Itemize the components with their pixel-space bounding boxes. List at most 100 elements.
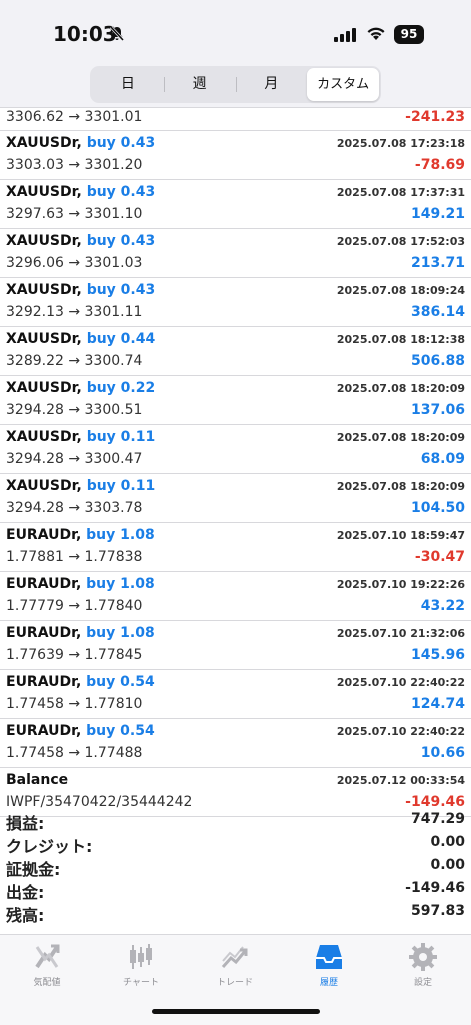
trade-row[interactable]: 3306.62 → 3301.01 -241.23 <box>0 107 471 131</box>
segment-month[interactable]: 月 <box>235 68 308 101</box>
trade-prices: 3294.28 → 3300.51 <box>6 402 143 418</box>
trade-date: 2025.07.08 18:09:24 <box>336 284 465 297</box>
trade-prices: 3296.06 → 3301.03 <box>6 255 143 271</box>
trade-date: 2025.07.10 22:40:22 <box>336 676 465 689</box>
trade-row[interactable]: EURAUDr, buy 1.08 2025.07.10 18:59:47 1.77… <box>0 523 471 572</box>
trade-symbol: EURAUDr, <box>6 723 82 739</box>
summary-value: -149.46 <box>405 880 465 896</box>
summary-margin-row: 証拠金: 0.00 <box>0 855 471 879</box>
tab-label: トレード <box>216 978 253 988</box>
trade-date: 2025.07.08 17:23:18 <box>336 137 465 150</box>
trade-date: 2025.07.08 18:20:09 <box>336 431 465 444</box>
trade-row[interactable]: EURAUDr, buy 1.08 2025.07.10 19:22:26 1.77… <box>0 572 471 621</box>
trade-prices: 3303.03 → 3301.20 <box>6 157 143 173</box>
trade-row[interactable]: EURAUDr, buy 1.08 2025.07.10 21:32:06 1.77… <box>0 621 471 670</box>
trade-profit: 10.66 <box>420 745 465 761</box>
trade-profit: 213.71 <box>410 255 465 271</box>
trade-prices: 1.77458 → 1.77488 <box>6 745 143 761</box>
summary-value: 747.29 <box>410 811 465 827</box>
period-segmented-control: 日 週 月 カスタム <box>90 66 381 103</box>
trade-side: buy 0.54 <box>86 674 155 690</box>
trade-side: buy 0.43 <box>86 135 156 151</box>
summary-balance-row: 残高: 597.83 <box>0 901 471 925</box>
tab-label: 設定 <box>413 978 432 988</box>
tab-trade[interactable]: トレード <box>188 941 282 988</box>
trade-title: XAUUSDr, buy 0.11 <box>6 429 155 445</box>
trade-row[interactable]: XAUUSDr, buy 0.22 2025.07.08 18:20:09 3294… <box>0 376 471 425</box>
trade-date: 2025.07.08 18:12:38 <box>336 333 465 346</box>
trade-row[interactable]: XAUUSDr, buy 0.11 2025.07.08 18:20:09 3294… <box>0 425 471 474</box>
period-header: 日 週 月 カスタム <box>0 62 471 108</box>
trade-profit: 506.88 <box>410 353 465 369</box>
trade-side: buy 1.08 <box>86 625 155 641</box>
summary-credit-row: クレジット: 0.00 <box>0 832 471 856</box>
wifi-icon <box>367 27 385 40</box>
trade-symbol: XAUUSDr, <box>6 429 82 445</box>
trade-icon <box>221 946 248 968</box>
trade-row[interactable]: EURAUDr, buy 0.54 2025.07.10 22:40:22 1.77… <box>0 670 471 719</box>
trade-date: 2025.07.12 00:33:54 <box>336 774 465 787</box>
trade-prices: 3289.22 → 3300.74 <box>6 353 143 369</box>
trade-side: buy 0.22 <box>86 380 156 396</box>
summary-label: 損益: <box>6 814 45 833</box>
chart-icon <box>130 944 152 969</box>
tab-label: 気配値 <box>33 978 61 988</box>
summary-label: クレジット: <box>6 837 93 856</box>
trade-profit: 68.09 <box>420 451 465 467</box>
trade-row[interactable]: XAUUSDr, buy 0.43 2025.07.08 17:52:03 3296… <box>0 229 471 278</box>
bell-muted-icon <box>110 26 124 41</box>
trade-title: EURAUDr, buy 0.54 <box>6 723 155 739</box>
trade-title: XAUUSDr, buy 0.43 <box>6 184 155 200</box>
trade-profit: -78.69 <box>414 157 465 173</box>
tab-chart[interactable]: チャート <box>94 941 188 988</box>
trade-side: buy 0.44 <box>86 331 156 347</box>
trade-date: 2025.07.10 21:32:06 <box>336 627 465 640</box>
settings-icon <box>409 943 437 971</box>
trade-symbol: XAUUSDr, <box>6 135 82 151</box>
summary-profit-row: 損益: 747.29 <box>0 809 471 833</box>
trade-side: buy 0.43 <box>86 233 156 249</box>
tab-quotes[interactable]: 気配値 <box>0 941 94 988</box>
segment-custom[interactable]: カスタム <box>307 68 379 101</box>
segment-week[interactable]: 週 <box>163 68 236 101</box>
trade-prices: 1.77458 → 1.77810 <box>6 696 143 712</box>
trade-title: XAUUSDr, buy 0.43 <box>6 282 155 298</box>
trade-date: 2025.07.08 17:52:03 <box>336 235 465 248</box>
trade-profit: -241.23 <box>405 109 465 125</box>
trade-row[interactable]: XAUUSDr, buy 0.43 2025.07.08 17:23:18 3303… <box>0 131 471 180</box>
summary-withdrawal-row: 出金: -149.46 <box>0 878 471 902</box>
status-time: 10:03 <box>53 22 117 46</box>
trade-row[interactable]: XAUUSDr, buy 0.44 2025.07.08 18:12:38 3289… <box>0 327 471 376</box>
trade-symbol: XAUUSDr, <box>6 380 82 396</box>
segment-day[interactable]: 日 <box>92 68 164 101</box>
tab-history[interactable]: 履歴 <box>282 941 376 988</box>
account-summary: 損益: 747.29 クレジット: 0.00 証拠金: 0.00 出金: -14… <box>0 809 471 925</box>
trade-symbol: XAUUSDr, <box>6 184 82 200</box>
battery-indicator: 95 <box>394 25 424 44</box>
trade-symbol: EURAUDr, <box>6 674 82 690</box>
trade-symbol: XAUUSDr, <box>6 331 82 347</box>
trade-title: XAUUSDr, buy 0.11 <box>6 478 155 494</box>
trade-prices: IWPF/35470422/35444242 <box>6 794 193 810</box>
trade-symbol: EURAUDr, <box>6 625 82 641</box>
trade-profit: -149.46 <box>405 794 465 810</box>
status-bar: 10:03 95 <box>0 0 471 62</box>
trade-profit: 149.21 <box>410 206 465 222</box>
trade-row[interactable]: XAUUSDr, buy 0.43 2025.07.08 17:37:31 3297… <box>0 180 471 229</box>
tab-settings[interactable]: 設定 <box>376 941 470 988</box>
cellular-signal-icon <box>334 28 356 42</box>
trade-date: 2025.07.10 19:22:26 <box>336 578 465 591</box>
trade-row[interactable]: EURAUDr, buy 0.54 2025.07.10 22:40:22 1.77… <box>0 719 471 768</box>
history-icon <box>316 945 342 969</box>
trade-symbol: XAUUSDr, <box>6 233 82 249</box>
trade-title: XAUUSDr, buy 0.22 <box>6 380 155 396</box>
trade-row[interactable]: XAUUSDr, buy 0.43 2025.07.08 18:09:24 3292… <box>0 278 471 327</box>
trade-symbol: XAUUSDr, <box>6 282 82 298</box>
trade-side: buy 1.08 <box>86 576 155 592</box>
trade-prices: 1.77779 → 1.77840 <box>6 598 143 614</box>
trade-date: 2025.07.08 17:37:31 <box>336 186 465 199</box>
trade-row[interactable]: XAUUSDr, buy 0.11 2025.07.08 18:20:09 3294… <box>0 474 471 523</box>
trade-prices: 1.77639 → 1.77845 <box>6 647 143 663</box>
trade-profit: 43.22 <box>420 598 465 614</box>
trade-profit: 104.50 <box>410 500 465 516</box>
